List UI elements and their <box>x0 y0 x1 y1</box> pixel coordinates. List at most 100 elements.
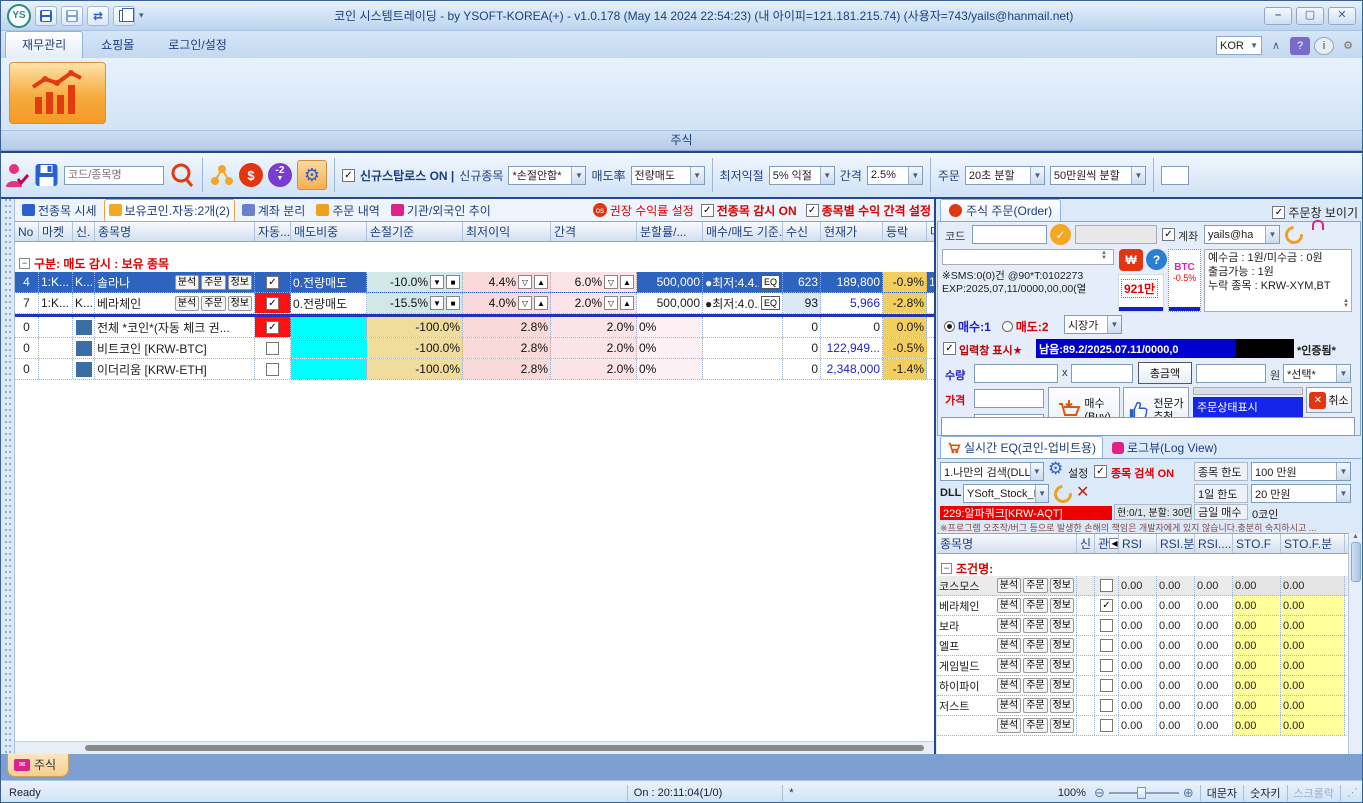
col-rsi-etc[interactable]: RSI.... <box>1195 534 1233 553</box>
scan-on-checkbox[interactable] <box>1094 465 1107 478</box>
copy-button[interactable] <box>113 6 135 26</box>
watch-checkbox[interactable] <box>1100 599 1113 612</box>
analyze-button[interactable]: 분석 <box>175 296 199 311</box>
qat-more-icon[interactable]: ▾ <box>139 10 144 21</box>
search-icon[interactable] <box>169 162 195 188</box>
tab-login-settings[interactable]: 로그인/설정 <box>152 32 243 58</box>
maximize-button[interactable]: ▢ <box>1296 7 1324 25</box>
qty-input[interactable] <box>974 364 1058 383</box>
auto-checkbox[interactable] <box>266 321 279 334</box>
tab-order-history[interactable]: 주문 내역 <box>312 200 384 221</box>
col-name[interactable]: 종목명 <box>95 222 255 241</box>
analyze-button[interactable]: 분석 <box>997 618 1021 633</box>
zoom-slider[interactable] <box>1109 792 1179 794</box>
limit-select[interactable]: 100 만원▼ <box>1251 462 1351 481</box>
order-button[interactable]: 주문 <box>201 296 225 311</box>
group-row[interactable]: − 구분: 매도 감시 : 보유 종목 <box>15 254 934 272</box>
order-button[interactable]: 주문 <box>1023 598 1047 613</box>
col-split-rate[interactable]: 분할률/... <box>637 222 703 241</box>
tab-institution[interactable]: 기관/외국인 추이 <box>387 200 495 221</box>
order-button[interactable]: 주문 <box>1023 698 1047 713</box>
table-row[interactable]: 게임빌드분석주문정보 0.00 0.00 0.00 0.00 0.00 <box>937 656 1361 676</box>
save-button[interactable] <box>35 6 57 26</box>
order-time-select[interactable]: 20초 분할▼ <box>965 166 1045 185</box>
mdi-tab-stock[interactable]: ✉ 주식 <box>7 754 69 777</box>
stoploss-checkbox[interactable] <box>342 169 355 182</box>
info-button[interactable]: 정보 <box>1050 578 1074 593</box>
language-select[interactable]: KOR▼ <box>1216 36 1262 55</box>
analyze-button[interactable]: 분석 <box>997 718 1021 733</box>
gap-select[interactable]: 2.5%▼ <box>867 166 923 185</box>
collapse-icon[interactable]: − <box>19 258 30 269</box>
table-row[interactable]: 베라체인분석주문정보 0.00 0.00 0.00 0.00 0.00 <box>937 596 1361 616</box>
select-combo[interactable]: *선택*▼ <box>1283 364 1351 383</box>
analyze-button[interactable]: 분석 <box>997 598 1021 613</box>
zoom-slider-thumb[interactable] <box>1137 787 1146 799</box>
order-memo-input[interactable] <box>941 417 1355 436</box>
search-dll-select[interactable]: 1.나만의 검색(DLL)▼ <box>940 462 1044 481</box>
info-button[interactable]: 정보 <box>228 275 252 290</box>
col-sell-weight[interactable]: 매도비중 <box>291 222 367 241</box>
info-icon[interactable]: i <box>1314 37 1334 55</box>
horizontal-scrollbar[interactable] <box>15 741 934 754</box>
info-button[interactable]: 정보 <box>1050 678 1074 693</box>
info-button[interactable]: 정보 <box>1050 698 1074 713</box>
account-checkbox[interactable] <box>1162 228 1175 241</box>
up-button[interactable]: ▲ <box>534 296 548 310</box>
collapse-ribbon-icon[interactable]: ∧ <box>1266 37 1286 55</box>
watch-checkbox[interactable] <box>1100 699 1113 712</box>
total-amount-button[interactable]: 총금액 <box>1138 362 1192 384</box>
info-button[interactable]: 정보 <box>1050 638 1074 653</box>
analyze-button[interactable]: 분석 <box>997 678 1021 693</box>
table-row[interactable]: 분석주문정보 0.00 0.00 0.00 0.00 0.00 <box>937 716 1361 736</box>
watch-checkbox[interactable] <box>1100 579 1113 592</box>
price-type-select[interactable]: 시장가▼ <box>1064 315 1122 334</box>
down-button[interactable]: ▽ <box>604 275 618 289</box>
analyze-button[interactable]: 분석 <box>997 638 1021 653</box>
col-recv[interactable]: 수신 <box>783 222 821 241</box>
reward-setting-button[interactable]: os권장 수익률 설정 <box>589 200 698 221</box>
zoom-in-icon[interactable]: ⊕ <box>1183 785 1194 801</box>
col-name[interactable]: 종목명 <box>937 534 1077 553</box>
watch-checkbox[interactable] <box>1100 719 1113 732</box>
col-stof-min[interactable]: STO.F.분 <box>1281 534 1345 553</box>
resize-grip[interactable]: ⋰ <box>1347 786 1358 799</box>
watch-checkbox[interactable] <box>1100 659 1113 672</box>
col-watch[interactable]: 관◀ <box>1095 534 1119 553</box>
tools-icon[interactable]: ⚙ <box>1338 37 1358 55</box>
refresh-button[interactable]: ⇄ <box>87 6 109 26</box>
input-show-checkbox[interactable] <box>943 342 956 355</box>
multiplier-input[interactable] <box>1071 364 1133 383</box>
order-button[interactable]: 주문 <box>1023 678 1047 693</box>
scrollbar-thumb[interactable] <box>85 745 924 751</box>
tab-finance[interactable]: 재무관리 <box>5 31 83 58</box>
spinner-icon[interactable]: ▲▼ <box>1101 251 1107 261</box>
tab-all-quotes[interactable]: 전종목 시세 <box>18 200 101 221</box>
auto-checkbox[interactable] <box>266 297 279 310</box>
code-search-input[interactable] <box>64 166 164 185</box>
info-button[interactable]: 정보 <box>1050 718 1074 733</box>
down-button[interactable]: ▼ <box>430 275 444 289</box>
network-icon[interactable] <box>210 163 234 187</box>
info-button[interactable]: 정보 <box>1050 658 1074 673</box>
help-book-icon[interactable]: ? <box>1290 37 1310 55</box>
table-row[interactable]: 7 1:K... K... 베라체인분석주문정보 0.전량매도 -15.5%▼■… <box>15 293 934 314</box>
analyze-button[interactable]: 분석 <box>997 578 1021 593</box>
order-button[interactable]: 주문 <box>201 275 225 290</box>
col-stoploss[interactable]: 손절기준 <box>367 222 463 241</box>
info-button[interactable]: 정보 <box>1050 618 1074 633</box>
cancel-button[interactable]: ✕ 취소 <box>1306 387 1352 413</box>
col-new[interactable]: 신. <box>73 222 95 241</box>
order-button[interactable]: 주문 <box>1023 618 1047 633</box>
stop-button[interactable]: ■ <box>446 296 460 310</box>
code-input[interactable] <box>972 225 1047 244</box>
new-item-select[interactable]: *손절안함*▼ <box>508 166 586 185</box>
buy-radio[interactable] <box>944 321 955 332</box>
user-check-icon[interactable] <box>5 162 29 188</box>
blank-box[interactable] <box>1161 166 1189 185</box>
watch-checkbox[interactable] <box>1100 639 1113 652</box>
save-as-button[interactable] <box>61 6 83 26</box>
money-bag-icon[interactable]: $ <box>239 163 263 187</box>
up-button[interactable]: ▲ <box>620 275 634 289</box>
gear-icon[interactable]: ⚙ <box>1048 459 1063 479</box>
